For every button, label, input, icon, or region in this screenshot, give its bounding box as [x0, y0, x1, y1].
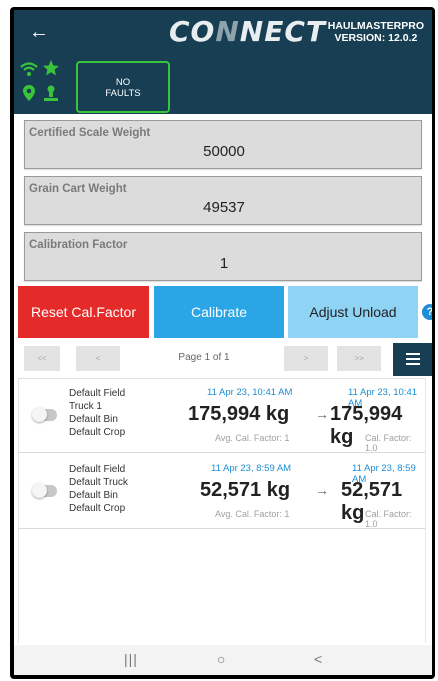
calibrate-button[interactable]: Calibrate [154, 286, 284, 338]
fault-status-line2: FAULTS [105, 88, 141, 99]
record-left-time: 11 Apr 23, 8:59 AM [211, 463, 292, 474]
nav-back-icon[interactable]: < [314, 651, 322, 667]
adjust-unload-button[interactable]: Adjust Unload [288, 286, 418, 338]
record-left-factor: Avg. Cal. Factor: 1 [215, 433, 290, 443]
prev-page-button[interactable]: < [76, 346, 120, 371]
version-info: HAULMASTERPRO VERSION: 12.0.2 [328, 20, 424, 44]
reset-cal-factor-button[interactable]: Reset Cal.Factor [18, 286, 149, 338]
certified-scale-weight-field[interactable]: Certified Scale Weight 50000 [24, 120, 422, 169]
grain-cart-weight-field: Grain Cart Weight 49537 [24, 176, 422, 225]
location-pin-icon [23, 85, 35, 101]
record-left-factor: Avg. Cal. Factor: 1 [215, 509, 290, 519]
record-right-factor: Cal. Factor: 1.0 [365, 509, 412, 529]
record-crop: Default Crop [69, 427, 126, 438]
record-details: Default Field Default Truck Default Bin … [69, 463, 128, 515]
record-field: Default Field [69, 388, 126, 399]
menu-line [406, 363, 420, 365]
recents-icon[interactable]: ||| [124, 651, 138, 667]
grain-cart-weight-label: Grain Cart Weight [29, 183, 127, 195]
record-toggle[interactable] [32, 407, 57, 422]
first-page-button[interactable]: << [24, 346, 60, 371]
record-right-factor: Cal. Factor: 1.0 [365, 433, 412, 453]
calibration-factor-value: 1 [219, 255, 229, 272]
last-page-button[interactable]: >> [337, 346, 381, 371]
certified-scale-weight-label: Certified Scale Weight [29, 127, 151, 139]
version-number: VERSION: 12.0.2 [334, 32, 418, 44]
logo-text-suffix: NECT [239, 15, 327, 48]
grain-cart-weight-value: 49537 [203, 199, 245, 216]
app-logo: CONNECT [169, 16, 326, 48]
menu-icon[interactable] [393, 343, 432, 376]
menu-line [406, 353, 420, 355]
product-name: HAULMASTERPRO [327, 20, 424, 32]
record-toggle[interactable] [32, 483, 57, 498]
operator-icon [44, 85, 58, 101]
list-item[interactable]: Default Field Default Truck Default Bin … [19, 455, 425, 529]
fault-status-button[interactable]: NO FAULTS [76, 61, 170, 113]
page-indicator: Page 1 of 1 [178, 352, 230, 363]
star-icon [43, 60, 59, 76]
record-left-weight: 52,571 kg [200, 479, 291, 501]
status-bar: NO FAULTS [14, 56, 432, 114]
back-arrow-icon[interactable]: ← [28, 21, 50, 43]
next-page-button[interactable]: > [284, 346, 328, 371]
app-header: ← CONNECT HAULMASTERPRO VERSION: 12.0.2 [14, 10, 432, 56]
fault-status-line1: NO [115, 77, 131, 88]
list-item[interactable]: Default Field Truck 1 Default Bin Defaul… [19, 379, 425, 453]
record-truck: Truck 1 [69, 401, 102, 412]
system-nav-bar: ||| ○ < [14, 645, 432, 675]
calibration-records-list: Default Field Truck 1 Default Bin Defaul… [18, 378, 426, 643]
arrow-right-icon: → [315, 406, 329, 422]
help-icon[interactable]: ? [422, 304, 432, 320]
wifi-icon [20, 62, 38, 76]
logo-text-highlight: N [215, 15, 240, 48]
menu-line [406, 358, 420, 360]
record-bin: Default Bin [69, 414, 118, 425]
pager: << < Page 1 of 1 > >> [14, 343, 432, 376]
record-truck: Default Truck [69, 477, 128, 488]
record-left-weight: 175,994 kg [188, 403, 290, 425]
record-details: Default Field Truck 1 Default Bin Defaul… [69, 387, 125, 439]
record-field: Default Field [69, 464, 126, 475]
home-icon[interactable]: ○ [217, 651, 225, 667]
record-bin: Default Bin [69, 490, 118, 501]
arrow-right-icon: → [315, 482, 329, 498]
calibration-factor-field: Calibration Factor 1 [24, 232, 422, 281]
record-crop: Default Crop [69, 503, 126, 514]
app-screen: ← CONNECT HAULMASTERPRO VERSION: 12.0.2 … [14, 10, 432, 675]
certified-scale-weight-value[interactable]: 50000 [25, 143, 423, 160]
logo-text-prefix: CO [169, 15, 216, 48]
calibration-factor-label: Calibration Factor [29, 239, 128, 251]
record-left-time: 11 Apr 23, 10:41 AM [207, 387, 293, 398]
